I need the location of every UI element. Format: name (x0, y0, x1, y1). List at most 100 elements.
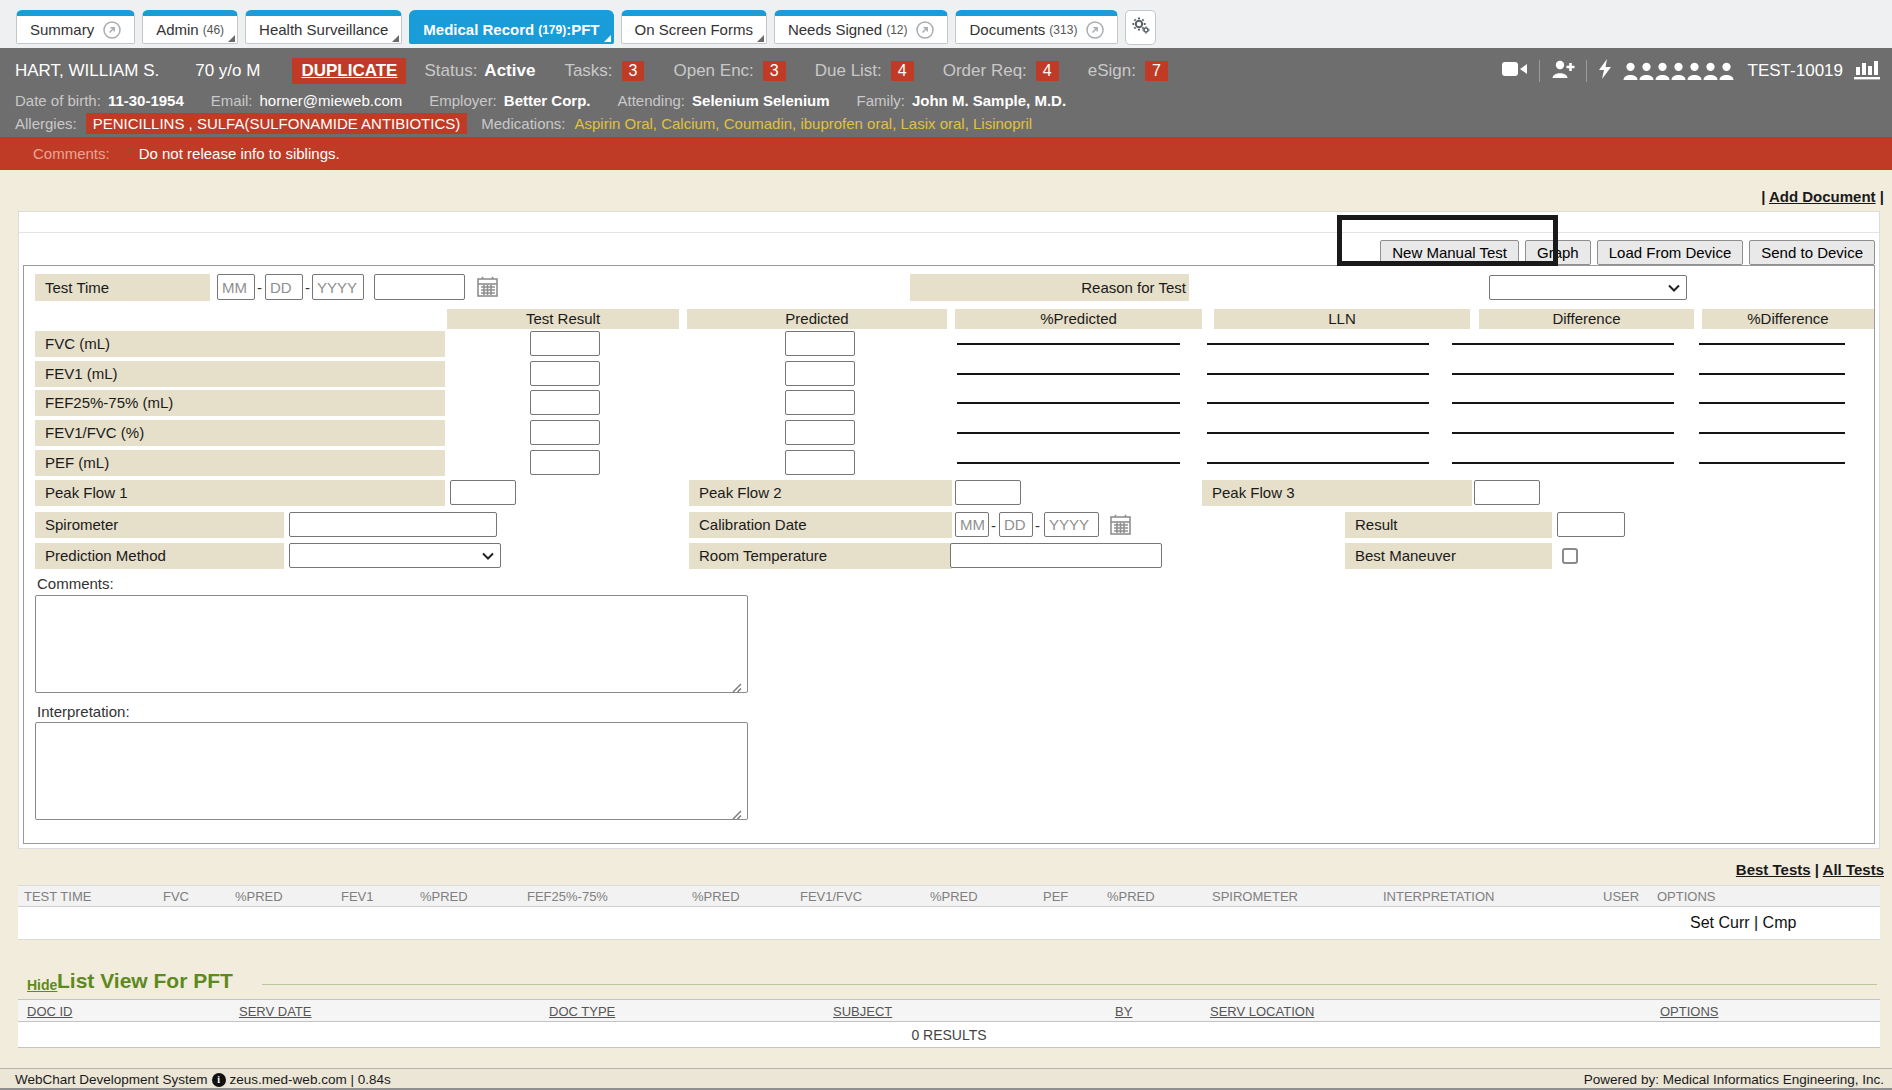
doc-header-doc-type[interactable]: DOC TYPE (549, 1004, 615, 1019)
tab-on-screen-forms[interactable]: On Screen Forms (621, 10, 767, 44)
doc-header-subject[interactable]: SUBJECT (833, 1004, 892, 1019)
open-enc-count-badge[interactable]: 3 (763, 61, 786, 81)
popout-icon[interactable] (1086, 21, 1104, 39)
doc-header-options[interactable]: OPTIONS (1660, 1004, 1719, 1019)
load-from-device-button[interactable]: Load From Device (1597, 240, 1744, 265)
fev1-predicted-input[interactable] (785, 361, 855, 386)
attending-value: Selenium Selenium (692, 92, 830, 109)
calendar-icon[interactable] (1110, 514, 1131, 540)
result-input[interactable] (1557, 512, 1625, 537)
fvc-predicted-input[interactable] (785, 331, 855, 356)
hide-list-view-link[interactable]: Hide (27, 977, 57, 993)
results-header-fev1[interactable]: FEV1 (341, 889, 374, 904)
fev1-fvc-pct-predicted-line (957, 432, 1180, 434)
new-manual-test-button[interactable]: New Manual Test (1380, 240, 1519, 265)
peak-flow-2-input[interactable] (955, 480, 1021, 505)
results-header-user[interactable]: USER (1603, 889, 1639, 904)
results-header-pred4[interactable]: %PRED (930, 889, 978, 904)
calendar-icon[interactable] (477, 276, 498, 302)
tab-medical-record[interactable]: Medical Record (179) :PFT (409, 10, 613, 44)
tab-needs-signed-count: (12) (886, 23, 907, 37)
calibration-year-input[interactable] (1044, 512, 1099, 537)
best-tests-link[interactable]: Best Tests (1736, 861, 1811, 878)
fev1-fvc-test-result-input[interactable] (530, 420, 600, 445)
results-header-fef[interactable]: FEF25%-75% (527, 889, 608, 904)
results-header-pred2[interactable]: %PRED (420, 889, 468, 904)
tasks-count-badge[interactable]: 3 (622, 61, 645, 81)
test-time-month-input[interactable] (217, 274, 255, 300)
results-header-pred5[interactable]: %PRED (1107, 889, 1155, 904)
popout-icon[interactable] (103, 21, 121, 39)
pef-predicted-input[interactable] (785, 450, 855, 475)
tab-needs-signed[interactable]: Needs Signed (12) (774, 10, 949, 44)
test-time-label: Test Time (35, 274, 210, 301)
best-maneuver-checkbox[interactable] (1562, 548, 1578, 564)
chart-stats-icon[interactable] (1854, 58, 1880, 84)
results-header-fvc[interactable]: FVC (163, 889, 189, 904)
results-header-pred1[interactable]: %PRED (235, 889, 283, 904)
interpretation-textarea[interactable] (35, 722, 748, 820)
add-document-link[interactable]: Add Document (1769, 188, 1876, 205)
quick-action-lightning-icon[interactable] (1598, 59, 1612, 83)
tab-admin[interactable]: Admin (46) (142, 10, 238, 44)
add-person-icon[interactable] (1551, 59, 1575, 83)
calibration-day-input[interactable] (999, 512, 1033, 537)
fef-predicted-input[interactable] (785, 390, 855, 415)
results-header-fev1fvc[interactable]: FEV1/FVC (800, 889, 862, 904)
fef-test-result-input[interactable] (530, 390, 600, 415)
duplicate-badge[interactable]: DUPLICATE (292, 58, 406, 84)
reason-for-test-select[interactable] (1489, 275, 1687, 300)
medications-list[interactable]: Aspirin Oral, Calcium, Coumadin, ibuprof… (575, 115, 1033, 132)
esign-count-badge[interactable]: 7 (1145, 61, 1168, 81)
tab-summary[interactable]: Summary (16, 10, 135, 44)
tab-health-surveillance[interactable]: Health Surveillance (245, 10, 402, 44)
care-team-icons[interactable] (1623, 62, 1734, 81)
graph-button[interactable]: Graph (1525, 240, 1591, 265)
best-maneuver-label: Best Maneuver (1345, 543, 1552, 569)
info-icon[interactable]: i (212, 1073, 226, 1087)
document-table-header: DOC ID SERV DATE DOC TYPE SUBJECT BY SER… (18, 999, 1880, 1022)
order-req-count-badge[interactable]: 4 (1036, 61, 1059, 81)
results-header-pred3[interactable]: %PRED (692, 889, 740, 904)
peak-flow-3-input[interactable] (1474, 480, 1540, 505)
results-header-interpretation[interactable]: INTERPRETATION (1383, 889, 1494, 904)
tab-admin-count: (46) (203, 23, 224, 37)
results-header-test-time[interactable]: TEST TIME (24, 889, 91, 904)
set-curr-cmp-links[interactable]: Set Curr | Cmp (1690, 914, 1796, 932)
pef-difference-line (1452, 462, 1674, 464)
spirometer-input[interactable] (289, 512, 497, 537)
test-time-time-input[interactable] (374, 274, 465, 300)
room-temperature-input[interactable] (950, 543, 1162, 568)
prediction-method-select[interactable] (289, 543, 501, 568)
calibration-month-input[interactable] (955, 512, 989, 537)
results-table-row: Set Curr | Cmp (18, 907, 1880, 940)
send-to-device-button[interactable]: Send to Device (1749, 240, 1875, 265)
test-time-day-input[interactable] (265, 274, 303, 300)
pef-test-result-input[interactable] (530, 450, 600, 475)
doc-header-serv-location[interactable]: SERV LOCATION (1210, 1004, 1314, 1019)
results-table-header: TEST TIME FVC %PRED FEV1 %PRED FEF25%-75… (18, 885, 1880, 907)
doc-header-serv-date[interactable]: SERV DATE (239, 1004, 311, 1019)
doc-header-by[interactable]: BY (1115, 1004, 1132, 1019)
tab-documents[interactable]: Documents (313) (955, 10, 1118, 44)
allergies-value[interactable]: PENICILLINS , SULFA(SULFONAMIDE ANTIBIOT… (86, 113, 468, 134)
divider (19, 232, 1879, 233)
results-header-options[interactable]: OPTIONS (1657, 889, 1716, 904)
fev1-test-result-input[interactable] (530, 361, 600, 386)
settings-gear-button[interactable] (1125, 10, 1156, 45)
fev1-fvc-predicted-input[interactable] (785, 420, 855, 445)
submenu-corner-icon (392, 35, 399, 42)
doc-header-doc-id[interactable]: DOC ID (27, 1004, 73, 1019)
form-comments-textarea[interactable] (35, 595, 748, 693)
results-header-spirometer[interactable]: SPIROMETER (1212, 889, 1298, 904)
peak-flow-1-input[interactable] (450, 480, 516, 505)
email-value[interactable]: horner@mieweb.com (259, 92, 402, 109)
results-header-pef[interactable]: PEF (1043, 889, 1068, 904)
all-tests-link[interactable]: All Tests (1823, 861, 1884, 878)
popout-icon[interactable] (916, 21, 934, 39)
due-list-count-badge[interactable]: 4 (891, 61, 914, 81)
pft-panel: New Manual Test Graph Load From Device S… (18, 211, 1880, 849)
test-time-year-input[interactable] (312, 274, 364, 300)
fvc-test-result-input[interactable] (530, 331, 600, 356)
video-call-icon[interactable] (1502, 60, 1528, 82)
